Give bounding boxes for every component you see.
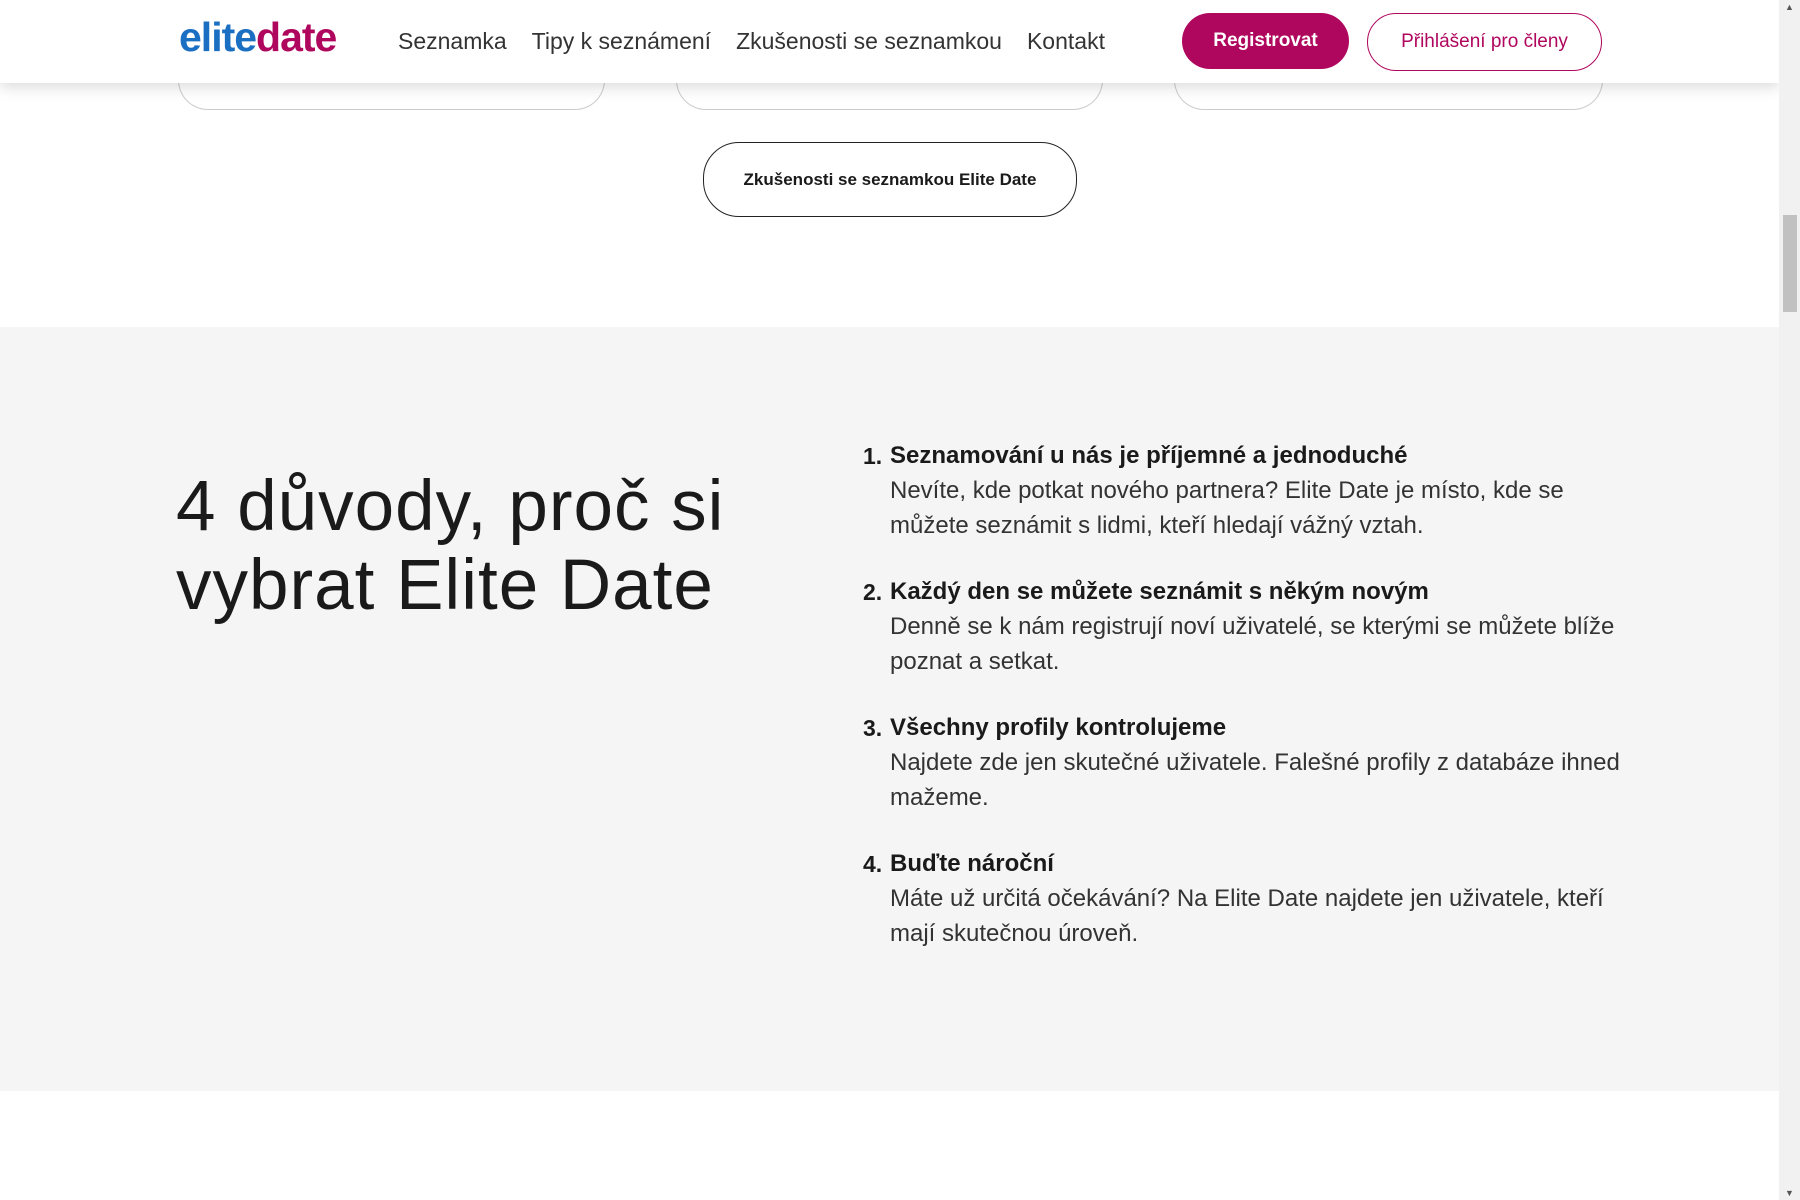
scrollbar-thumb[interactable] xyxy=(1783,215,1797,312)
logo[interactable]: elitedate xyxy=(179,14,337,61)
item-number: 3. xyxy=(863,715,883,741)
page: elitedate Seznamka Tipy k seznámení Zkuš… xyxy=(0,0,1779,1200)
scroll-down-icon[interactable]: ▼ xyxy=(1785,1188,1794,1198)
list-item: 2. Každý den se můžete seznámit s někým n… xyxy=(863,575,1623,679)
experience-button[interactable]: Zkušenosti se seznamkou Elite Date xyxy=(703,142,1077,217)
item-text: Máte už určitá očekávání? Na Elite Date … xyxy=(890,885,1604,947)
item-title: Buďte nároční xyxy=(890,850,1054,877)
item-title: Všechny profily kontrolujeme xyxy=(890,714,1227,741)
login-button[interactable]: Přihlášení pro členy xyxy=(1367,13,1602,71)
item-title: Seznamování u nás je příjemné a jednoduc… xyxy=(890,442,1408,469)
main-nav: Seznamka Tipy k seznámení Zkušenosti se … xyxy=(398,28,1105,55)
reasons-list: 1. Seznamování u nás je příjemné a jednod… xyxy=(863,439,1623,983)
nav-tipy[interactable]: Tipy k seznámení xyxy=(532,28,711,55)
item-title: Každý den se můžete seznámit s někým nov… xyxy=(890,578,1429,605)
item-number: 1. xyxy=(863,443,883,469)
header: elitedate Seznamka Tipy k seznámení Zkuš… xyxy=(0,0,1779,83)
item-text: Nevíte, kde potkat nového partnera? Elit… xyxy=(890,477,1564,539)
register-button[interactable]: Registrovat xyxy=(1182,13,1349,69)
item-text: Najdete zde jen skutečné uživatele. Fale… xyxy=(890,749,1620,811)
heading-line: vybrat Elite Date xyxy=(176,546,714,625)
list-item: 4. Buďte nároční Máte už určitá očekávání?… xyxy=(863,847,1623,951)
list-item: 3. Všechny profily kontrolujeme Najdete zd… xyxy=(863,711,1623,815)
nav-kontakt[interactable]: Kontakt xyxy=(1027,28,1105,55)
reasons-section: 4 důvody, proč si vybrat Elite Date 1. Se… xyxy=(0,327,1779,1091)
nav-seznamka[interactable]: Seznamka xyxy=(398,28,507,55)
list-item: 1. Seznamování u nás je příjemné a jednod… xyxy=(863,439,1623,543)
reasons-heading: 4 důvody, proč si vybrat Elite Date xyxy=(176,467,724,625)
logo-date: date xyxy=(256,14,337,60)
scrollbar[interactable]: ▲ ▼ xyxy=(1779,0,1800,1200)
item-text: Denně se k nám registrují noví uživatelé… xyxy=(890,613,1615,675)
heading-line: 4 důvody, proč si xyxy=(176,467,725,546)
scroll-up-icon[interactable]: ▲ xyxy=(1785,2,1794,12)
item-number: 4. xyxy=(863,851,883,877)
nav-zkusenosti[interactable]: Zkušenosti se seznamkou xyxy=(736,28,1002,55)
logo-elite: elite xyxy=(179,14,257,60)
item-number: 2. xyxy=(863,579,883,605)
